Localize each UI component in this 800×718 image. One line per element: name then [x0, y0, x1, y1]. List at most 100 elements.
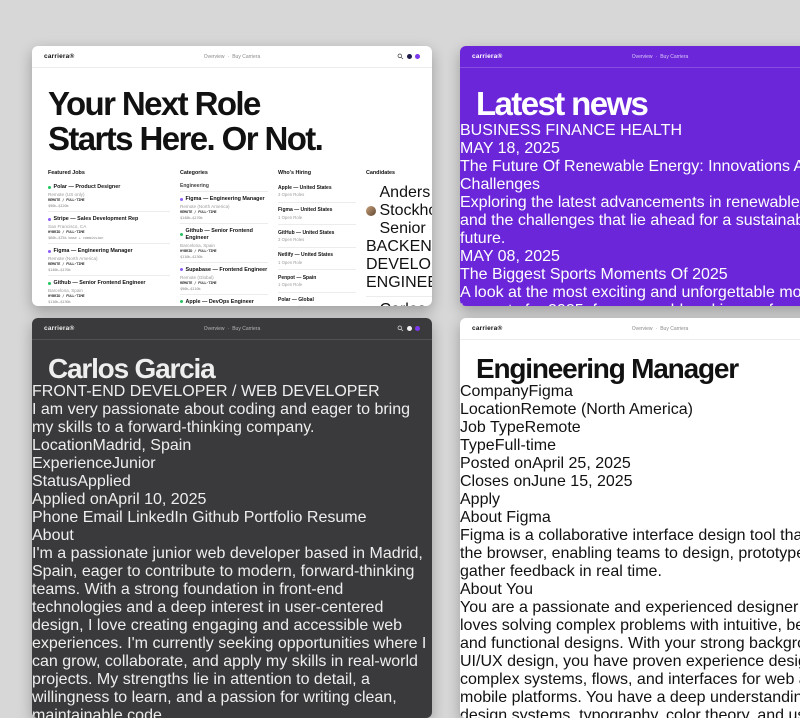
field-row: Posted onApril 25, 2025 [460, 455, 800, 473]
field-label: Location [460, 401, 521, 418]
header-nav: Overview · Buy Carriera [632, 326, 689, 332]
email-link[interactable]: Email [83, 509, 123, 526]
job-location: Remote (North America) [180, 204, 268, 209]
job-listing[interactable]: Figma — Engineering Manager Remote (Nort… [180, 192, 268, 224]
field-value: June 15, 2025 [531, 473, 632, 490]
filter-health[interactable]: HEALTH [620, 122, 682, 139]
candidate-card[interactable]: Anders Johansson Stockholm, Sweden / Sen… [366, 180, 432, 297]
field-value: Figma [528, 383, 572, 400]
hiring-company[interactable]: Polar — Global5 Open Roles [278, 293, 356, 306]
carriera-logo: carriera® [472, 325, 502, 332]
role-tag: FRONT-END DEVELOPER [32, 383, 228, 400]
job-listing[interactable]: Github — Senior Frontend Engineer Barcel… [48, 276, 170, 306]
column-heading: Categories [180, 170, 268, 180]
job-salary: $140k–$170k [48, 267, 170, 272]
featured-jobs-column: Featured Jobs Polar — Product Designer R… [48, 170, 170, 306]
nav-overview-link[interactable]: Overview [632, 54, 653, 60]
column-heading: Candidates [366, 170, 432, 180]
portfolio-link[interactable]: Portfolio [244, 509, 303, 526]
role-tag: WEB DEVELOPER [241, 383, 380, 400]
field-label: Company [460, 383, 528, 400]
company-name: Apple — United States [278, 185, 356, 191]
page-title: Your Next Role Starts Here. Or Not. [48, 87, 416, 156]
news-item[interactable]: MAY 08, 2025 The Biggest Sports Moments … [460, 248, 800, 306]
candidates-column: Candidates Anders Johansson Stockholm, S… [366, 170, 432, 306]
job-listing[interactable]: Stripe — Sales Development Rep San Franc… [48, 212, 170, 244]
search-icon[interactable] [397, 53, 404, 60]
job-location: Remote (US only) [48, 192, 170, 197]
field-row: LocationRemote (North America) [460, 401, 800, 419]
nav-overview-link[interactable]: Overview [204, 54, 225, 60]
tag-separator: / [232, 383, 236, 400]
job-meta: REMOTE / FULL-TIME [180, 281, 268, 285]
job-detail-layout: CompanyFigma LocationRemote (North Ameri… [460, 383, 800, 718]
field-value: Junior [112, 455, 156, 472]
search-icon[interactable] [397, 325, 404, 332]
open-roles: 3 Open Roles [278, 237, 356, 242]
hiring-company[interactable]: Netlify — United States1 Open Role [278, 248, 356, 271]
header-icons [397, 53, 420, 60]
candidate-card[interactable]: Carlos Garcia Madrid, Spain / Junior FRO… [366, 297, 432, 306]
candidate-location: Stockholm, Sweden / Senior [380, 202, 433, 238]
job-listing[interactable]: Github — Senior Frontend Engineer Barcel… [180, 224, 268, 262]
github-link[interactable]: Github [192, 509, 239, 526]
job-listing[interactable]: Figma — Engineering Manager Remote (Nort… [48, 244, 170, 276]
job-listing[interactable]: Apple — DevOps Engineer Remote REMOTE / … [180, 295, 268, 306]
field-value: April 25, 2025 [532, 455, 631, 472]
job-salary: $90k–$120k [48, 203, 170, 208]
candidate-summary: I am very passionate about coding and ea… [32, 401, 432, 437]
theme-dot-dark-icon[interactable] [407, 54, 412, 59]
field-row: StatusApplied [32, 473, 432, 491]
nav-buy-link[interactable]: Buy Carriera [660, 54, 688, 60]
theme-dot-purple-icon[interactable] [415, 326, 420, 331]
column-heading: Who's Hiring [278, 170, 356, 180]
window-header: carriera® Overview · Buy Carriera [460, 46, 800, 68]
resume-link[interactable]: Resume [307, 509, 367, 526]
hiring-company[interactable]: Penpot — Spain1 Open Role [278, 270, 356, 293]
nav-separator: · [228, 54, 230, 60]
theme-dot-purple-icon[interactable] [415, 54, 420, 59]
job-location: Remote (Global) [180, 275, 268, 280]
nav-buy-link[interactable]: Buy Carriera [660, 326, 688, 332]
news-desc: Exploring the latest advancements in ren… [460, 194, 800, 248]
category-group-label[interactable]: Engineering [180, 180, 268, 192]
field-row: CompanyFigma [460, 383, 800, 401]
field-value: Madrid, Spain [93, 437, 192, 454]
job-listing[interactable]: Supabase — Frontend Engineer Remote (Glo… [180, 263, 268, 295]
hiring-company[interactable]: GitHub — United States3 Open Roles [278, 225, 356, 248]
nav-buy-link[interactable]: Buy Carriera [232, 54, 260, 60]
company-dot-icon [48, 250, 51, 253]
phone-link[interactable]: Phone [32, 509, 78, 526]
job-meta: HYBRID / FULL-TIME [48, 230, 170, 234]
news-title: The Biggest Sports Moments Of 2025 [460, 266, 800, 284]
apply-button[interactable]: Apply [460, 491, 800, 509]
open-roles: 1 Open Role [278, 215, 356, 220]
theme-dot-light-icon[interactable] [407, 326, 412, 331]
company-dot-icon [180, 300, 183, 303]
job-listing[interactable]: Polar — Product Designer Remote (US only… [48, 180, 170, 212]
linkedin-link[interactable]: LinkedIn [127, 509, 188, 526]
job-meta: REMOTE / FULL-TIME [180, 210, 268, 214]
company-dot-icon [48, 218, 51, 221]
field-value: April 10, 2025 [108, 491, 207, 508]
filter-finance[interactable]: FINANCE [545, 122, 615, 139]
company-dot-icon [180, 198, 183, 201]
hiring-company[interactable]: Figma — United States 1 Open Role [278, 203, 356, 226]
about-you-heading: About You [460, 581, 800, 599]
job-salary: $140k–$170k [180, 215, 268, 220]
filter-business[interactable]: BUSINESS [460, 122, 541, 139]
field-value: Remote (North America) [521, 401, 694, 418]
job-detail-sidebar: CompanyFigma LocationRemote (North Ameri… [460, 383, 800, 509]
company-name: Figma — United States [278, 207, 356, 213]
nav-overview-link[interactable]: Overview [204, 326, 225, 332]
field-label: Closes on [460, 473, 531, 490]
nav-buy-link[interactable]: Buy Carriera [232, 326, 260, 332]
news-list: MAY 18, 2025 The Future Of Renewable Ene… [460, 140, 800, 306]
news-item[interactable]: MAY 18, 2025 The Future Of Renewable Ene… [460, 140, 800, 248]
field-row: ExperienceJunior [32, 455, 432, 473]
nav-overview-link[interactable]: Overview [632, 326, 653, 332]
hiring-company[interactable]: Apple — United States3 Open Roles [278, 180, 356, 203]
job-title: Polar — Product Designer [54, 184, 121, 190]
job-location: Barcelona, Spain [180, 243, 268, 248]
job-title: Github — Senior Frontend Engineer [186, 228, 269, 241]
